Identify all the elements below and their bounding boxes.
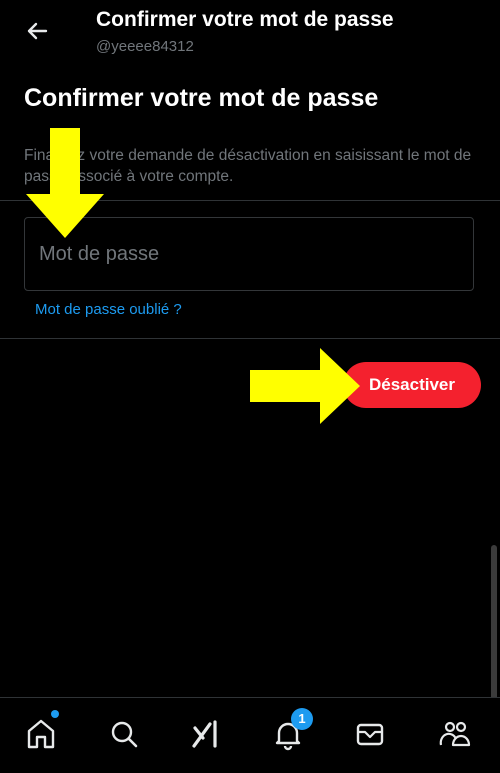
forgot-password-link[interactable]: Mot de passe oublié ? — [35, 301, 182, 318]
grok-icon — [192, 720, 217, 748]
bottom-nav: 1 — [0, 697, 500, 773]
divider — [0, 338, 500, 339]
back-button[interactable] — [22, 16, 52, 46]
search-icon — [111, 721, 138, 748]
deactivate-button[interactable]: Désactiver — [343, 362, 481, 408]
page-title: Confirmer votre mot de passe — [24, 84, 379, 112]
nav-search[interactable] — [106, 716, 142, 752]
nav-messages[interactable] — [352, 716, 388, 752]
home-unread-dot — [51, 710, 59, 718]
messages-icon — [356, 723, 384, 746]
notification-badge: 1 — [291, 708, 313, 730]
back-arrow-icon — [27, 22, 48, 40]
home-icon — [27, 719, 55, 749]
nav-grok[interactable] — [188, 716, 224, 752]
annotation-arrow-down — [26, 128, 104, 238]
password-input[interactable] — [37, 238, 461, 270]
header-title: Confirmer votre mot de passe — [96, 8, 394, 31]
top-header: Confirmer votre mot de passe @yeeee84312 — [0, 0, 500, 68]
communities-icon — [439, 721, 471, 747]
annotation-arrow-right — [250, 348, 360, 424]
nav-home[interactable] — [23, 716, 59, 752]
nav-communities[interactable] — [437, 716, 473, 752]
header-username: @yeeee84312 — [96, 38, 194, 55]
